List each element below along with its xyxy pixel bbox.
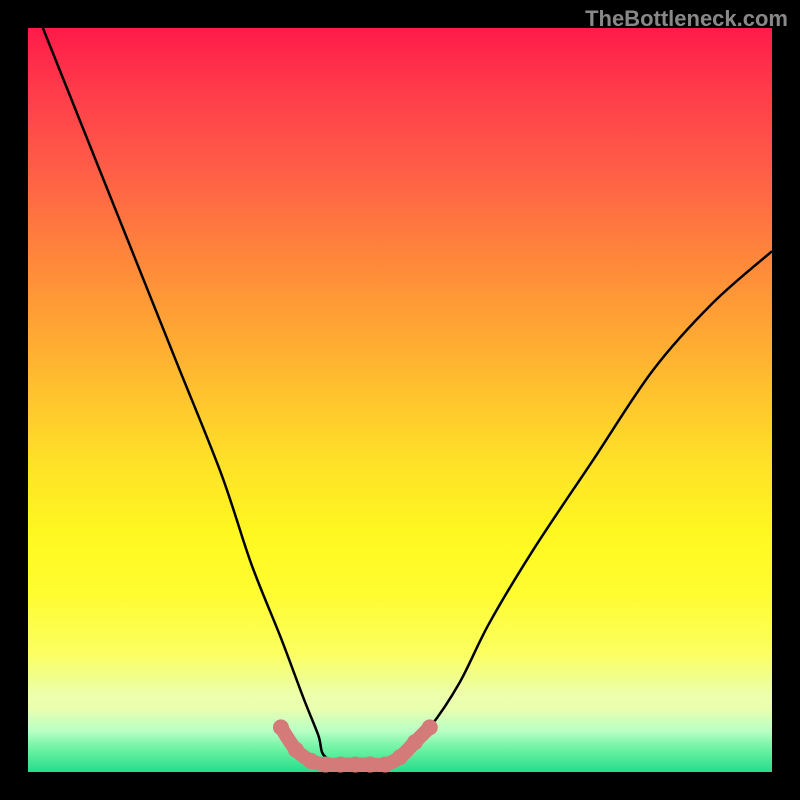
chart-svg <box>28 28 772 772</box>
valley-dot <box>362 757 378 773</box>
valley-dot <box>303 753 319 769</box>
bottleneck-curve <box>43 28 772 765</box>
watermark-text: TheBottleneck.com <box>585 6 788 32</box>
valley-dot <box>347 757 363 773</box>
valley-dot <box>392 749 408 765</box>
valley-dot <box>318 757 334 773</box>
valley-marker-dots <box>273 719 438 772</box>
valley-dot <box>377 757 393 773</box>
valley-dot <box>407 734 423 750</box>
valley-dot <box>273 719 289 735</box>
valley-dot <box>422 719 438 735</box>
valley-dot <box>288 742 304 758</box>
chart-plot-area <box>28 28 772 772</box>
valley-dot <box>332 757 348 773</box>
